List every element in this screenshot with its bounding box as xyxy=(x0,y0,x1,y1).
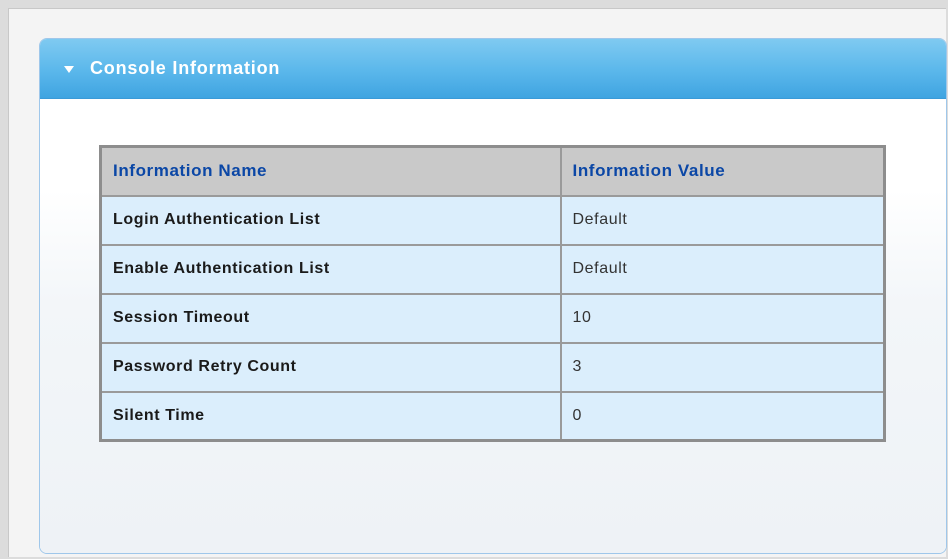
table-row: Session Timeout 10 xyxy=(99,292,886,344)
row-name-cell: Enable Authentication List xyxy=(99,243,562,295)
row-value-cell: 0 xyxy=(559,390,886,442)
column-header-information-name: Information Name xyxy=(99,145,562,197)
triangle-down-icon[interactable] xyxy=(64,65,74,73)
panel-header[interactable]: Console Information xyxy=(40,39,946,99)
column-header-information-value: Information Value xyxy=(559,145,886,197)
table-header-row: Information Name Information Value xyxy=(99,145,886,197)
panel-body: Information Name Information Value Login… xyxy=(40,99,946,553)
row-value-cell: 10 xyxy=(559,292,886,344)
console-info-table: Information Name Information Value Login… xyxy=(99,145,886,442)
row-value-cell: 3 xyxy=(559,341,886,393)
table-row: Silent Time 0 xyxy=(99,390,886,442)
row-name-cell: Login Authentication List xyxy=(99,194,562,246)
row-name-cell: Session Timeout xyxy=(99,292,562,344)
row-name-cell: Silent Time xyxy=(99,390,562,442)
row-value-cell: Default xyxy=(559,243,886,295)
table-row: Login Authentication List Default xyxy=(99,194,886,246)
table-row: Enable Authentication List Default xyxy=(99,243,886,295)
row-value-cell: Default xyxy=(559,194,886,246)
table-row: Password Retry Count 3 xyxy=(99,341,886,393)
row-name-cell: Password Retry Count xyxy=(99,341,562,393)
panel-title: Console Information xyxy=(90,58,281,78)
content-frame: Console Information Information Name Inf… xyxy=(8,8,947,557)
console-information-panel: Console Information Information Name Inf… xyxy=(39,38,947,554)
